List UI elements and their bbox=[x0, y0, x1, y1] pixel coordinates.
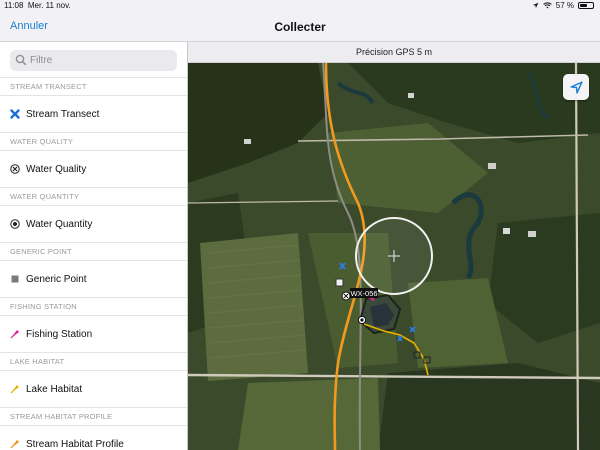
locate-button[interactable] bbox=[563, 74, 589, 100]
list-item-stream-habitat-profile[interactable]: Stream Habitat Profile bbox=[0, 425, 187, 450]
wifi-icon bbox=[543, 2, 552, 9]
search-icon bbox=[15, 54, 27, 66]
item-label: Fishing Station bbox=[26, 328, 93, 340]
list-item-water-quantity[interactable]: Water Quantity bbox=[0, 205, 187, 242]
group-header-generic-point: GENERIC POINT bbox=[0, 242, 187, 260]
feature-template-list: STREAM TRANSECT Stream Transect WATER QU… bbox=[0, 42, 188, 450]
target-dot-icon bbox=[10, 219, 20, 229]
group-header-stream-habitat-profile: STREAM HABITAT PROFILE bbox=[0, 407, 187, 425]
item-label: Water Quantity bbox=[26, 218, 93, 230]
status-date: Mer. 11 nov. bbox=[27, 1, 71, 10]
list-item-lake-habitat[interactable]: Lake Habitat bbox=[0, 370, 187, 407]
battery-level bbox=[580, 4, 587, 7]
item-label: Water Quality bbox=[26, 163, 87, 175]
status-bar: 11:08 Mer. 11 nov. 57 % bbox=[0, 0, 600, 12]
group-header-water-quantity: WATER QUANTITY bbox=[0, 187, 187, 205]
page-title: Collecter bbox=[274, 20, 326, 34]
list-item-stream-transect[interactable]: Stream Transect bbox=[0, 95, 187, 132]
group-header-lake-habitat: LAKE HABITAT bbox=[0, 352, 187, 370]
group-header-stream-transect: STREAM TRANSECT bbox=[0, 77, 187, 95]
gray-square-icon bbox=[10, 274, 20, 284]
location-services-icon bbox=[532, 2, 539, 9]
circled-x-icon bbox=[10, 164, 20, 174]
item-label: Generic Point bbox=[26, 273, 87, 285]
yellow-pin-icon bbox=[10, 384, 20, 394]
battery-icon bbox=[578, 2, 594, 9]
list-item-water-quality[interactable]: Water Quality bbox=[0, 150, 187, 187]
list-item-generic-point[interactable]: Generic Point bbox=[0, 260, 187, 297]
list-item-fishing-station[interactable]: Fishing Station bbox=[0, 315, 187, 352]
location-arrow-icon bbox=[569, 80, 583, 94]
item-label: Stream Transect bbox=[26, 108, 100, 120]
feature-label: WX-056 bbox=[350, 289, 377, 298]
blue-x-icon bbox=[10, 109, 20, 119]
satellite-map[interactable]: WX-056 bbox=[188, 63, 600, 450]
search-field[interactable] bbox=[10, 50, 177, 71]
status-time: 11:08 bbox=[4, 1, 24, 10]
navigation-bar: Annuler Collecter bbox=[0, 12, 600, 42]
battery-percent: 57 % bbox=[555, 1, 574, 10]
group-header-fishing-station: FISHING STATION bbox=[0, 297, 187, 315]
map-view[interactable]: WX-056 bbox=[188, 63, 600, 450]
magenta-pin-icon bbox=[10, 329, 20, 339]
search-input[interactable] bbox=[30, 52, 170, 69]
gps-accuracy-bar: Précision GPS 5 m bbox=[188, 42, 600, 63]
item-label: Lake Habitat bbox=[26, 383, 83, 395]
item-label: Stream Habitat Profile bbox=[26, 438, 124, 450]
group-header-water-quality: WATER QUALITY bbox=[0, 132, 187, 150]
orange-pin-icon bbox=[10, 439, 20, 449]
